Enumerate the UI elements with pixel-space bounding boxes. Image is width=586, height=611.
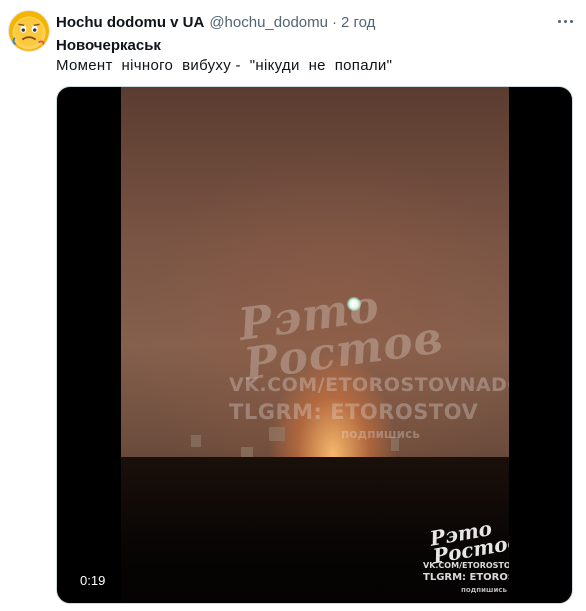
video-player[interactable]: Рэто Ростов VK.COM/ETOROSTOVNADONU TLGRM… bbox=[56, 86, 573, 604]
watermark-small-telegram: TLGRM: ETOROSTOV bbox=[423, 572, 509, 583]
watermark-vk: VK.COM/ETOROSTOVNADONU bbox=[229, 374, 509, 396]
author-handle[interactable]: @hochu_dodomu bbox=[209, 14, 328, 31]
emoji-face-icon bbox=[12, 17, 46, 47]
avatar[interactable] bbox=[8, 10, 50, 52]
watermark-logo: Рэто Ростов bbox=[235, 280, 447, 391]
tweet-text: Момент нічного вибуху - "нікуди не попал… bbox=[56, 57, 393, 74]
more-options-button[interactable] bbox=[554, 12, 576, 30]
more-icon bbox=[557, 19, 561, 23]
tweet[interactable]: Hochu dodomu v UA @hochu_dodomu · 2 год … bbox=[0, 0, 586, 611]
author-display-name[interactable]: Hochu dodomu v UA bbox=[56, 14, 204, 31]
separator-dot: · bbox=[331, 13, 337, 31]
watermark-subscribe: подпишись bbox=[341, 427, 420, 441]
tweet-timestamp[interactable]: 2 год bbox=[341, 14, 375, 31]
tweet-title: Новочеркаськ bbox=[56, 37, 161, 54]
video-duration: 0:19 bbox=[75, 572, 111, 589]
watermark-telegram: TLGRM: ETOROSTOV bbox=[229, 400, 479, 424]
watermark-small-vk: VK.COM/ETOROSTOVNADONU bbox=[423, 561, 509, 570]
more-icon-dot bbox=[563, 19, 567, 23]
pixelated-area bbox=[269, 427, 285, 441]
pixelated-area bbox=[191, 435, 201, 447]
pixelated-area bbox=[241, 447, 253, 457]
more-icon-dot bbox=[569, 19, 573, 23]
video-frame[interactable]: Рэто Ростов VK.COM/ETOROSTOVNADONU TLGRM… bbox=[121, 87, 509, 603]
tweet-header: Hochu dodomu v UA @hochu_dodomu · 2 год bbox=[56, 13, 375, 31]
watermark-small-subscribe: подпишись bbox=[461, 586, 507, 594]
